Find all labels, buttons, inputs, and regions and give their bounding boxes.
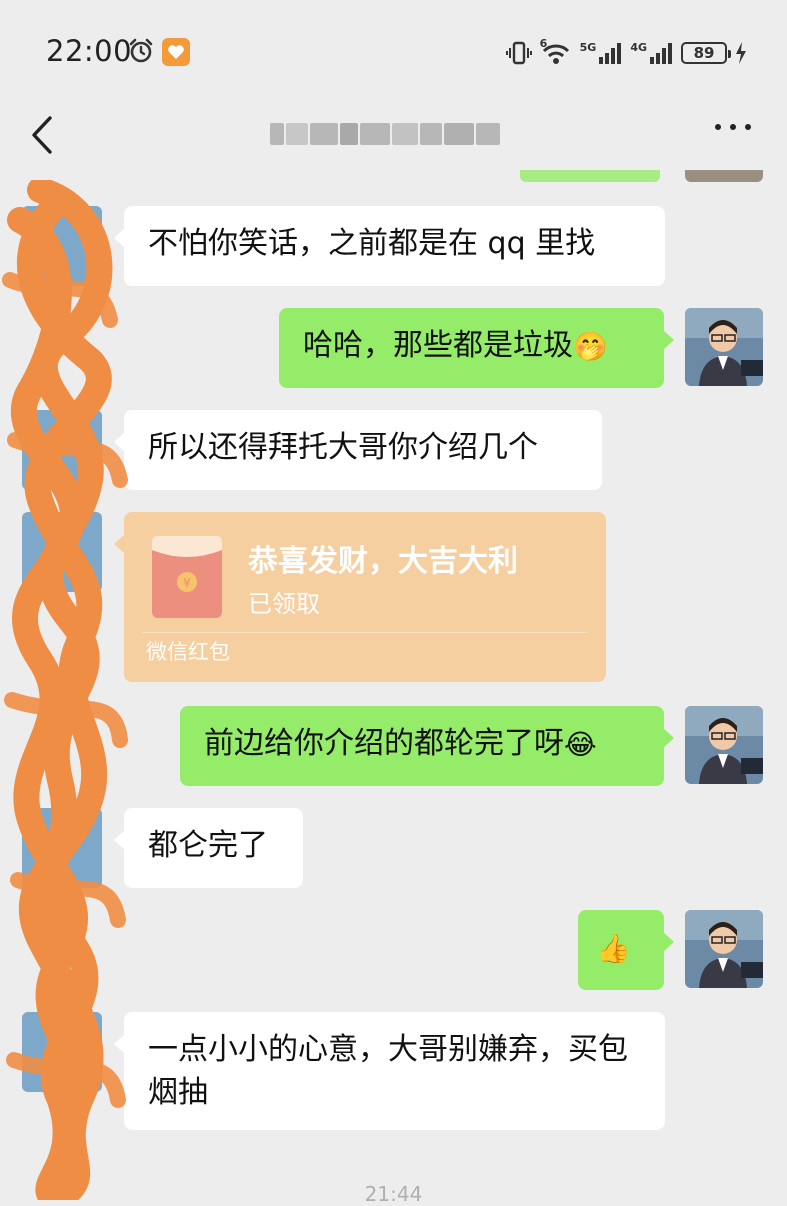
message-bubble-outgoing[interactable]: 前边给你介绍的都轮完了呀😂 bbox=[180, 706, 674, 786]
alarm-icon bbox=[129, 38, 153, 63]
message-bubble-incoming[interactable]: 一点小小的心意，大哥别嫌弃，买包烟抽 bbox=[114, 1012, 665, 1130]
avatar[interactable] bbox=[685, 706, 763, 784]
message-text: 哈哈，那些都是垃圾 bbox=[303, 328, 573, 363]
signal-bars-icon bbox=[599, 43, 622, 64]
message-text: 所以还得拜托大哥你介绍几个 bbox=[148, 430, 538, 465]
svg-text:¥: ¥ bbox=[183, 576, 191, 590]
charging-icon bbox=[736, 42, 746, 64]
network-5g-label: 5G bbox=[579, 41, 597, 54]
status-right: 6 5G 4G 89 bbox=[505, 36, 747, 70]
status-time: 22:00 bbox=[46, 34, 133, 68]
chevron-left-icon[interactable] bbox=[26, 112, 62, 158]
signal-4g: 4G bbox=[630, 41, 673, 65]
status-bar: 22:00 6 5G 4G 89 bbox=[0, 0, 787, 100]
face-emoji-icon: 🤭 bbox=[573, 330, 608, 363]
avatar[interactable] bbox=[685, 308, 763, 386]
laughing-emoji-icon: 😂 bbox=[564, 728, 597, 761]
redaction-scribble bbox=[2, 180, 128, 1200]
cut-off-avatar bbox=[685, 170, 763, 182]
battery-indicator: 89 bbox=[681, 42, 731, 64]
battery-level: 89 bbox=[693, 44, 715, 62]
message-text: 不怕你笑话，之前都是在 qq 里找 bbox=[148, 226, 596, 261]
cut-off-bubble bbox=[520, 170, 660, 182]
message-bubble-outgoing[interactable]: 哈哈，那些都是垃圾🤭 bbox=[279, 308, 674, 388]
message-bubble-incoming[interactable]: 所以还得拜托大哥你介绍几个 bbox=[114, 410, 602, 490]
more-dots-icon[interactable] bbox=[715, 124, 751, 130]
divider bbox=[142, 632, 588, 633]
chat-header bbox=[0, 100, 787, 170]
red-packet-status: 已领取 bbox=[248, 590, 320, 618]
signal-bars-icon bbox=[650, 43, 672, 64]
wifi-badge: 6 bbox=[539, 37, 548, 50]
app-notification-icon bbox=[162, 38, 190, 66]
red-packet-footer: 微信红包 bbox=[146, 640, 230, 664]
thumbs-up-emoji-icon: 👍 bbox=[596, 932, 631, 965]
signal-5g: 5G bbox=[580, 41, 623, 65]
message-bubble-incoming[interactable]: 不怕你笑话，之前都是在 qq 里找 bbox=[114, 206, 665, 286]
wifi-icon: 6 bbox=[539, 37, 572, 67]
message-bubble-outgoing[interactable]: 👍 bbox=[578, 910, 674, 990]
network-4g-label: 4G bbox=[630, 41, 647, 54]
red-envelope-icon: ¥ bbox=[152, 536, 222, 618]
avatar[interactable] bbox=[685, 910, 763, 988]
red-packet-card[interactable]: ¥ 恭喜发财，大吉大利 已领取 微信红包 bbox=[114, 512, 606, 682]
message-text: 都仑完了 bbox=[148, 828, 268, 863]
message-bubble-incoming[interactable]: 都仑完了 bbox=[114, 808, 303, 888]
red-packet-title: 恭喜发财，大吉大利 bbox=[248, 544, 518, 579]
vibrate-icon bbox=[505, 41, 532, 65]
message-text: 一点小小的心意，大哥别嫌弃，买包烟抽 bbox=[148, 1032, 628, 1110]
contact-name-redacted bbox=[270, 116, 504, 152]
message-text: 前边给你介绍的都轮完了呀 bbox=[204, 726, 564, 761]
